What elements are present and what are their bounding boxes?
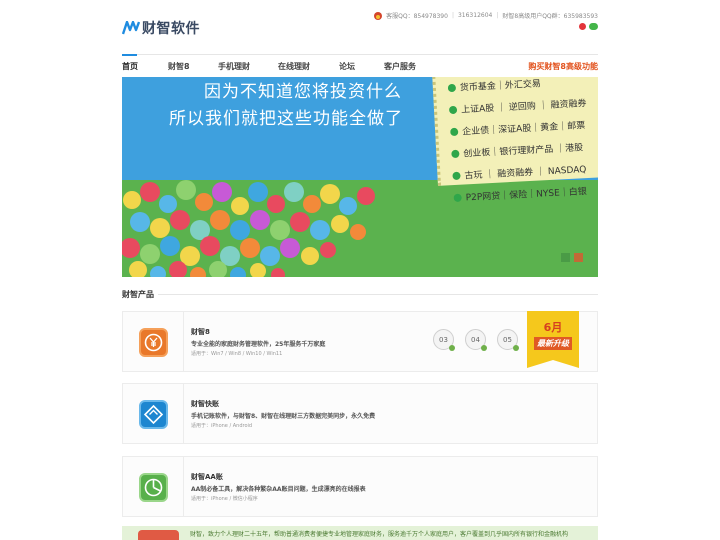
product-name: 财智8 [191, 328, 210, 336]
investment-note: 货币基金｜外汇交易 上证A股 ｜ 逆回购 ｜ 融资融券 企业债｜深证A股｜黄金｜… [432, 77, 598, 203]
balloons-image [122, 180, 375, 277]
check-icon [451, 149, 460, 159]
product-name: 财智快账 [191, 400, 219, 408]
month-badge: 04 [465, 329, 487, 351]
buy-premium-link[interactable]: 购买财智8高级功能 [528, 61, 598, 72]
product-card-aa-ledger[interactable]: 财智AA账 AA制必备工具，解决各种繁杂AA账目问题，生成漂亮的在线报表 适用于… [122, 456, 598, 517]
product-name: 财智AA账 [191, 473, 223, 481]
weibo-icon[interactable] [579, 23, 586, 30]
pie-chart-icon [144, 478, 163, 497]
contact-separator: | [451, 12, 454, 19]
check-icon [447, 83, 457, 93]
card-divider [183, 312, 184, 371]
note-row-text: P2P网贷｜保险｜NYSE｜白银 [465, 187, 588, 204]
note-row-text: 上证A股 ｜ 逆回购 ｜ 融资融券 [460, 98, 587, 116]
about-text: 财智，致力个人理财二十五年，帮助普通消费者便捷专业地管理家庭财务，服务逾千万个人… [190, 531, 569, 538]
monthly-updates: 03 04 05 [433, 329, 519, 351]
check-icon [452, 171, 461, 181]
social-links [579, 23, 598, 30]
check-icon [448, 105, 458, 115]
note-row-text: 企业债｜深证A股｜黄金｜邮票 [461, 121, 586, 138]
site-header: 财智软件 客服QQ：854978390 | 316312604 | 财智8高级用… [122, 0, 598, 54]
products-section-title: 财智产品 [122, 290, 154, 299]
check-icon [450, 127, 459, 137]
investment-note-list: 货币基金｜外汇交易 上证A股 ｜ 逆回购 ｜ 融资融券 企业债｜深证A股｜黄金｜… [447, 77, 598, 210]
slider-dot-1[interactable] [561, 253, 570, 262]
note-row-text: 货币基金｜外汇交易 [459, 79, 542, 94]
main-nav: 首页 财智8 手机理财 在线理财 论坛 客户服务 购买财智8高级功能 [122, 54, 598, 77]
month-badge: 05 [497, 329, 519, 351]
active-nav-indicator [122, 54, 137, 56]
caizhi8-app-icon [139, 328, 168, 357]
customer-service-qq: 客服QQ：854978390 [386, 13, 448, 20]
upgrade-label: 最新升级 [534, 337, 572, 350]
nav-customer-service[interactable]: 客户服务 [384, 61, 416, 72]
banner-slogan-line2: 所以我们就把这些功能全做了 [169, 109, 403, 129]
product-description: AA制必备工具，解决各种繁杂AA账目问题，生成漂亮的在线报表 [191, 486, 366, 493]
nav-caizhi8[interactable]: 财智8 [168, 61, 190, 72]
section-divider [158, 294, 598, 295]
nav-online-finance[interactable]: 在线理财 [278, 61, 310, 72]
diamond-icon [143, 404, 164, 425]
contact-info: 客服QQ：854978390 | 316312604 | 财智8高级用户QQ群：… [374, 11, 598, 20]
product-platforms: 适用于：iPhone / Android [191, 423, 253, 429]
check-icon [453, 193, 462, 203]
nav-home[interactable]: 首页 [122, 61, 138, 72]
logo-mark-icon [122, 21, 140, 35]
vip-qq-group: 财智8高级用户QQ群：635983593 [502, 13, 598, 20]
about-icon [138, 530, 179, 540]
logo[interactable]: 财智软件 [122, 18, 200, 38]
about-strip: 财智，致力个人理财二十五年，帮助普通消费者便捷专业地管理家庭财务，服务逾千万个人… [122, 526, 598, 540]
product-description: 手机记账软件，与财智8、财智在线理财三方数据完美同步，永久免费 [191, 413, 376, 420]
wechat-icon[interactable] [589, 23, 598, 30]
product-card-caizhi8[interactable]: 财智8 专业全能的家庭财务管理软件，25年服务千万家庭 适用于：Win7 / W… [122, 311, 598, 372]
product-platforms: 适用于：Win7 / Win8 / Win10 / Win11 [191, 351, 283, 357]
yuan-icon [144, 333, 163, 352]
customer-service-phone: 316312604 [457, 12, 493, 19]
card-divider [183, 384, 184, 443]
note-row-text: 古玩 ｜ 融资融券 ｜ NASDAQ [464, 165, 587, 182]
note-row-text: 创业板｜银行理财产品 ｜港股 [463, 143, 584, 160]
latest-upgrade-ribbon[interactable]: 6月 最新升级 [527, 311, 579, 368]
product-description: 专业全能的家庭财务管理软件，25年服务千万家庭 [191, 341, 326, 348]
banner-slogan-line1: 因为不知道您将投资什么 [204, 82, 402, 102]
card-divider [183, 457, 184, 516]
logo-text: 财智软件 [142, 21, 200, 37]
aa-ledger-app-icon [139, 473, 168, 502]
contact-separator: | [496, 12, 499, 19]
upgrade-month: 6月 [543, 321, 563, 334]
qq-icon[interactable] [374, 11, 383, 20]
slider-dot-2[interactable] [574, 253, 583, 262]
nav-forum[interactable]: 论坛 [339, 61, 355, 72]
product-card-quick-ledger[interactable]: 财智快账 手机记账软件，与财智8、财智在线理财三方数据完美同步，永久免费 适用于… [122, 383, 598, 444]
slider-pagination [561, 253, 583, 262]
hero-banner[interactable]: 因为不知道您将投资什么 所以我们就把这些功能全做了 货币基金｜外汇交易 上证A股… [122, 77, 598, 277]
product-platforms: 适用于：iPhone / 微信小程序 [191, 496, 258, 502]
nav-mobile-finance[interactable]: 手机理财 [218, 61, 250, 72]
month-badge: 03 [433, 329, 455, 351]
quick-ledger-app-icon [139, 400, 168, 429]
